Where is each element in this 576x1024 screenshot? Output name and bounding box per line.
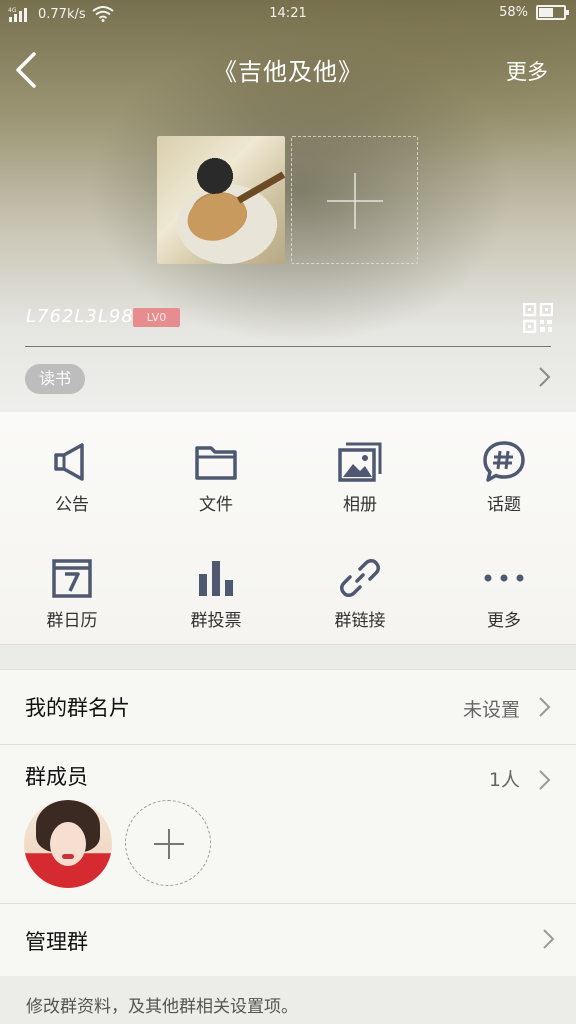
manage-group-row[interactable]: 管理群 — [0, 904, 576, 976]
feature-label: 群日历 — [46, 611, 98, 631]
feature-calendar[interactable]: 群日历 — [0, 528, 144, 644]
group-header-banner: 4G 0.77k/s 14:21 58% 《吉他及他》 更多 L762L3L98… — [0, 0, 576, 412]
add-photo-button[interactable] — [291, 136, 418, 264]
feature-files[interactable]: 文件 — [144, 412, 288, 528]
clock: 14:21 — [269, 6, 307, 21]
feature-label: 公告 — [55, 495, 89, 515]
feature-label: 话题 — [487, 495, 521, 515]
battery-icon — [536, 5, 569, 20]
chevron-right-icon — [538, 769, 552, 791]
link-icon — [340, 559, 380, 597]
plus-icon — [327, 173, 383, 229]
row-title: 我的群名片 — [25, 696, 130, 720]
chevron-right-icon — [542, 928, 556, 950]
feature-label: 群链接 — [334, 611, 386, 631]
add-member-button[interactable] — [125, 800, 211, 886]
feature-vote[interactable]: 群投票 — [144, 528, 288, 644]
feature-label: 更多 — [487, 611, 521, 631]
feature-album[interactable]: 相册 — [288, 412, 432, 528]
card-value: 未设置 — [462, 699, 520, 721]
megaphone-icon — [54, 443, 84, 481]
battery-percent: 58% — [499, 5, 528, 20]
section-spacer — [0, 644, 576, 670]
chevron-right-icon — [538, 696, 552, 718]
feature-grid: 公告 文件 相册 话题 群日历 群投票 群链接 更多 — [0, 412, 576, 644]
group-photo[interactable] — [157, 136, 285, 264]
my-group-card-row[interactable]: 我的群名片 未设置 — [0, 670, 576, 744]
feature-label: 群投票 — [190, 611, 242, 631]
qr-code-icon[interactable] — [522, 302, 554, 334]
page-title: 《吉他及他》 — [213, 58, 363, 86]
feature-label: 相册 — [343, 495, 377, 515]
more-button[interactable]: 更多 — [506, 56, 548, 86]
chevron-left-icon — [16, 52, 36, 88]
back-button[interactable] — [10, 48, 50, 92]
calendar-icon — [52, 559, 92, 598]
level-badge: LV0 — [133, 308, 180, 327]
chevron-right-icon[interactable] — [538, 366, 552, 388]
album-icon — [338, 442, 382, 482]
vote-bars-icon — [199, 561, 233, 596]
feature-link[interactable]: 群链接 — [288, 528, 432, 644]
feature-label: 文件 — [199, 495, 233, 515]
header-divider — [25, 346, 551, 347]
member-count: 1人 — [488, 769, 520, 791]
manage-description: 修改群资料，及其他群相关设置项。 — [26, 997, 298, 1017]
group-tag[interactable]: 读书 — [25, 364, 85, 394]
feature-more[interactable]: 更多 — [432, 528, 576, 644]
topic-hash-icon — [483, 441, 525, 482]
folder-icon — [195, 446, 237, 480]
group-number: L762L3L98 — [26, 306, 134, 327]
status-bar: 4G 0.77k/s 14:21 58% — [0, 0, 576, 30]
plus-icon — [154, 829, 184, 859]
row-title: 群成员 — [25, 765, 88, 789]
feature-topics[interactable]: 话题 — [432, 412, 576, 528]
row-title: 管理群 — [25, 930, 88, 954]
feature-announcement[interactable]: 公告 — [0, 412, 144, 528]
member-avatar[interactable] — [24, 800, 112, 888]
more-dots-icon — [484, 574, 524, 582]
